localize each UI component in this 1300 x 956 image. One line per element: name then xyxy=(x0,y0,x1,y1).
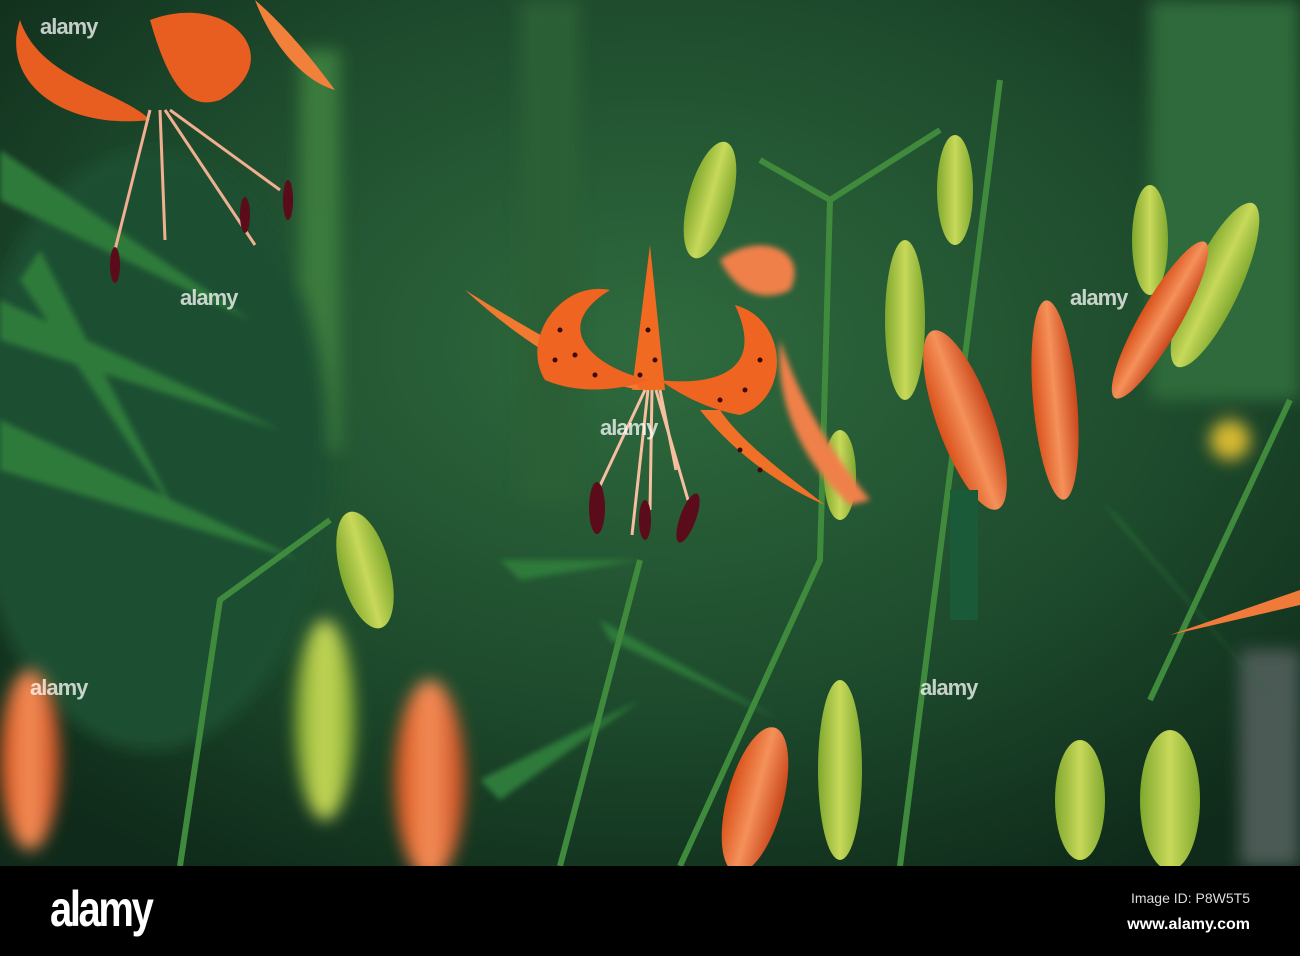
watermark: alamy xyxy=(180,285,238,310)
watermark: alamy xyxy=(40,14,98,39)
watermark: alamy xyxy=(30,675,88,700)
garden-stake xyxy=(950,490,978,620)
website-link[interactable]: www.alamy.com xyxy=(1127,916,1250,934)
watermark: alamy xyxy=(600,415,658,440)
footer-bar: alamy Image ID: P8W5T5 www.alamy.com xyxy=(0,866,1300,956)
stock-photo-page: alamy alamy alamy alamy alamy alamy alam… xyxy=(0,0,1300,956)
alamy-logo[interactable]: alamy xyxy=(50,880,154,938)
watermark: alamy xyxy=(1070,285,1128,310)
watermark: alamy xyxy=(920,675,978,700)
image-id: Image ID: P8W5T5 xyxy=(1130,890,1250,906)
